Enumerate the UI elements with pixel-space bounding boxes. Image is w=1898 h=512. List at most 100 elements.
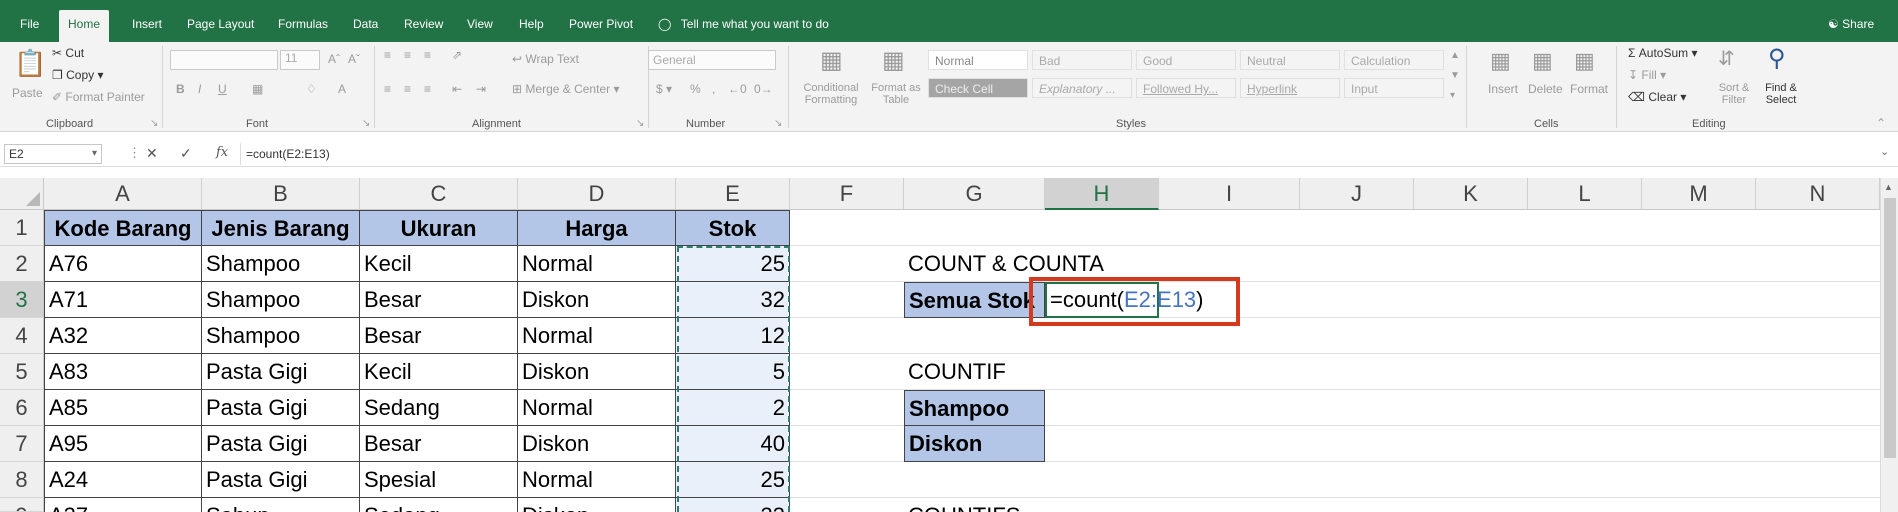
shampoo-label[interactable]: Shampoo bbox=[904, 390, 1045, 426]
font-color-icon[interactable]: A bbox=[338, 82, 346, 96]
copy-button[interactable]: ❐ Copy ▾ bbox=[52, 68, 103, 82]
dialog-launcher-icon[interactable]: ↘ bbox=[774, 118, 782, 129]
bold-icon[interactable]: B bbox=[176, 82, 185, 96]
fill-button[interactable]: ↧ Fill ▾ bbox=[1628, 68, 1666, 82]
insert-cells-icon[interactable]: ▦ bbox=[1490, 48, 1511, 74]
semua-stok-label[interactable]: Semua Stok bbox=[904, 282, 1045, 318]
table-cell[interactable]: Diskon bbox=[518, 354, 676, 390]
table-cell[interactable]: Sedang bbox=[360, 498, 518, 512]
italic-icon[interactable]: I bbox=[198, 82, 201, 96]
percent-icon[interactable]: % bbox=[690, 82, 701, 96]
format-as-table-button[interactable]: Format as Table bbox=[868, 82, 924, 106]
dialog-launcher-icon[interactable]: ↘ bbox=[636, 118, 644, 129]
styles-more-icon[interactable]: ▾ bbox=[1450, 90, 1455, 101]
borders-icon[interactable]: ▦ bbox=[252, 82, 263, 96]
table-cell[interactable]: Diskon bbox=[518, 282, 676, 318]
insert-function-icon[interactable]: fx bbox=[216, 145, 228, 160]
decrease-decimal-icon[interactable]: 0→ bbox=[754, 82, 773, 96]
delete-cells-icon[interactable]: ▦ bbox=[1532, 48, 1553, 74]
format-as-table-icon[interactable]: ▦ bbox=[882, 46, 905, 75]
table-cell[interactable]: Diskon bbox=[518, 426, 676, 462]
scroll-up-icon[interactable]: ▲ bbox=[1884, 182, 1893, 192]
insert-cells-button[interactable]: Insert bbox=[1488, 82, 1518, 96]
underline-icon[interactable]: U bbox=[218, 82, 227, 96]
format-cells-icon[interactable]: ▦ bbox=[1574, 48, 1595, 74]
tab-file[interactable]: File bbox=[18, 10, 41, 42]
col-header-l[interactable]: L bbox=[1528, 178, 1642, 210]
align-left-icon[interactable]: ≡ bbox=[384, 82, 391, 96]
cut-button[interactable]: ✂ Cut bbox=[52, 46, 84, 60]
decrease-font-icon[interactable]: Aˇ bbox=[348, 52, 360, 66]
tab-view[interactable]: View bbox=[465, 10, 495, 42]
indent-decrease-icon[interactable]: ⇤ bbox=[452, 82, 462, 96]
table-cell[interactable]: Kecil bbox=[360, 354, 518, 390]
align-bottom-icon[interactable]: ≡ bbox=[424, 48, 431, 62]
orientation-icon[interactable]: ⇗ bbox=[452, 48, 462, 62]
col-header-m[interactable]: M bbox=[1642, 178, 1756, 210]
table-cell[interactable]: Sedang bbox=[360, 390, 518, 426]
align-center-icon[interactable]: ≡ bbox=[404, 82, 411, 96]
table-cell[interactable]: A83 bbox=[44, 354, 202, 390]
table-cell[interactable]: Shampoo bbox=[202, 318, 360, 354]
fill-color-icon[interactable]: ♢ bbox=[306, 82, 317, 96]
table-cell[interactable]: 33 bbox=[676, 498, 790, 512]
table-cell[interactable]: Shampoo bbox=[202, 246, 360, 282]
select-all-corner[interactable] bbox=[0, 178, 44, 210]
table-cell[interactable]: Besar bbox=[360, 426, 518, 462]
row-header-6[interactable]: 6 bbox=[0, 390, 44, 426]
expand-formula-bar-icon[interactable]: ⌄ bbox=[1880, 145, 1889, 158]
row-header-7[interactable]: 7 bbox=[0, 426, 44, 462]
col-header-k[interactable]: K bbox=[1414, 178, 1528, 210]
table-cell[interactable]: 12 bbox=[676, 318, 790, 354]
row-header-1[interactable]: 1 bbox=[0, 210, 44, 246]
table-cell[interactable]: Normal bbox=[518, 318, 676, 354]
style-check-cell[interactable]: Check Cell bbox=[928, 78, 1028, 98]
table-cell[interactable]: Pasta Gigi bbox=[202, 462, 360, 498]
col-header-j[interactable]: J bbox=[1300, 178, 1414, 210]
row-header-4[interactable]: 4 bbox=[0, 318, 44, 354]
col-header-g[interactable]: G bbox=[904, 178, 1045, 210]
table-cell[interactable]: 40 bbox=[676, 426, 790, 462]
styles-scroll-down-icon[interactable]: ▼ bbox=[1450, 70, 1460, 81]
font-name-select[interactable] bbox=[170, 50, 278, 70]
paste-icon[interactable]: 📋 bbox=[14, 48, 46, 79]
tab-home[interactable]: Home bbox=[59, 10, 110, 42]
tab-power-pivot[interactable]: Power Pivot bbox=[567, 10, 635, 42]
autosum-button[interactable]: Σ AutoSum ▾ bbox=[1628, 46, 1697, 60]
table-cell[interactable]: Kecil bbox=[360, 246, 518, 282]
format-cells-button[interactable]: Format bbox=[1570, 82, 1608, 96]
diskon-label[interactable]: Diskon bbox=[904, 426, 1045, 462]
tab-help[interactable]: Help bbox=[517, 10, 546, 42]
table-cell[interactable]: Shampoo bbox=[202, 282, 360, 318]
format-painter-button[interactable]: ✐ Format Painter bbox=[52, 90, 145, 104]
row-header-2[interactable]: 2 bbox=[0, 246, 44, 282]
align-top-icon[interactable]: ≡ bbox=[384, 48, 391, 62]
col-header-a[interactable]: A bbox=[44, 178, 202, 210]
clear-button[interactable]: ⌫ Clear ▾ bbox=[1628, 90, 1686, 104]
table-cell[interactable]: 32 bbox=[676, 282, 790, 318]
table-cell[interactable]: 2 bbox=[676, 390, 790, 426]
table-cell[interactable]: Normal bbox=[518, 390, 676, 426]
table-cell[interactable]: Spesial bbox=[360, 462, 518, 498]
delete-cells-button[interactable]: Delete bbox=[1528, 82, 1563, 96]
table-header-jenis[interactable]: Jenis Barang bbox=[202, 210, 360, 246]
vertical-scrollbar[interactable]: ▲ bbox=[1880, 178, 1898, 512]
table-cell[interactable]: Normal bbox=[518, 246, 676, 282]
style-input[interactable]: Input bbox=[1344, 78, 1444, 98]
table-cell[interactable]: A32 bbox=[44, 318, 202, 354]
currency-icon[interactable]: $ ▾ bbox=[656, 82, 672, 96]
table-cell[interactable]: Pasta Gigi bbox=[202, 354, 360, 390]
scrollbar-thumb[interactable] bbox=[1884, 198, 1896, 458]
table-cell[interactable]: 25 bbox=[676, 246, 790, 282]
drag-handle-icon[interactable]: ⋮ bbox=[128, 145, 141, 161]
table-cell[interactable]: A85 bbox=[44, 390, 202, 426]
formula-input[interactable]: =count(E2:E13) bbox=[246, 144, 330, 164]
countifs-title[interactable]: COUNTIFS bbox=[908, 498, 1020, 512]
table-cell[interactable]: 25 bbox=[676, 462, 790, 498]
table-cell[interactable]: A37 bbox=[44, 498, 202, 512]
search-icon[interactable]: ⚲ bbox=[1768, 44, 1786, 73]
col-header-e[interactable]: E bbox=[676, 178, 790, 210]
styles-scroll-up-icon[interactable]: ▲ bbox=[1450, 50, 1460, 61]
style-hyperlink[interactable]: Hyperlink bbox=[1240, 78, 1340, 98]
increase-font-icon[interactable]: Aˆ bbox=[328, 52, 340, 66]
